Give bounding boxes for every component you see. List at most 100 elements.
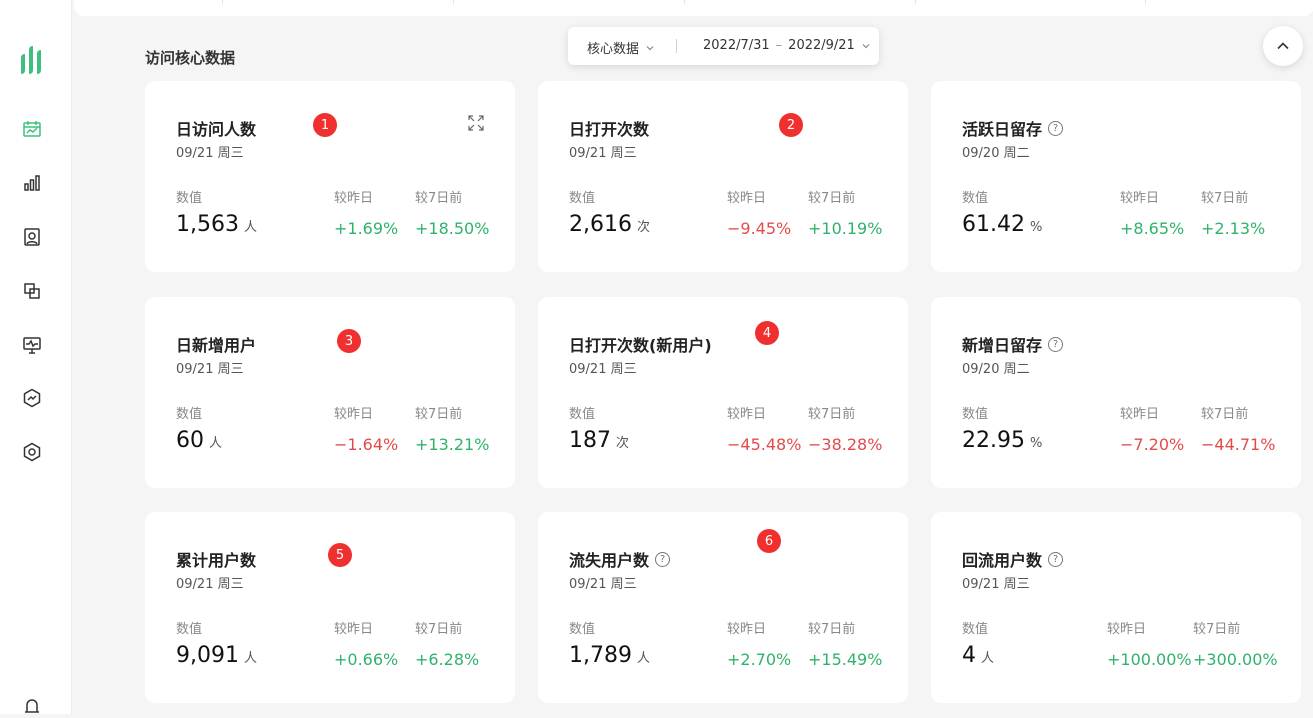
help-icon[interactable]: ? — [1048, 336, 1064, 352]
metric-card[interactable]: 新增日留存 ? 09/20 周二 数值 较昨日 较7日前 22.95% −7.2… — [931, 297, 1301, 488]
metric-value: 1,789 人 — [569, 643, 650, 668]
card-date: 09/21 周三 — [962, 577, 1030, 592]
vs-yesterday-change: −1.64% — [334, 435, 399, 454]
nav-trend-icon[interactable] — [20, 386, 44, 410]
annotation-badge: 5 — [328, 543, 352, 567]
card-title: 日打开次数(新用户) — [569, 336, 712, 355]
metric-unit: 人 — [243, 220, 257, 235]
vs-yesterday-change: −9.45% — [727, 219, 792, 238]
vs-yesterday-label: 较昨日 — [1120, 407, 1160, 422]
nav-bar-chart-icon[interactable] — [20, 171, 44, 195]
metric-number: 1,789 — [569, 643, 632, 668]
vs-7days-label: 较7日前 — [415, 622, 463, 637]
metric-card[interactable]: 日新增用户 09/21 周三 数值 较昨日 较7日前 60 人 −1.64% +1… — [145, 297, 515, 488]
metric-card[interactable]: 流失用户数 ? 09/21 周三 数值 较昨日 较7日前 1,789 人 +2.7… — [538, 512, 908, 703]
card-title: 新增日留存 — [962, 336, 1043, 355]
vs-yesterday-change: +1.69% — [334, 219, 399, 238]
vs-7days-change: +15.49% — [808, 650, 883, 669]
value-label: 数值 — [176, 407, 203, 422]
vs-yesterday-change: +2.70% — [727, 650, 792, 669]
metric-card[interactable]: 日打开次数 09/21 周三 数值 较昨日 较7日前 2,616 次 −9.45%… — [538, 81, 908, 272]
nav-user-portrait-icon[interactable] — [20, 225, 44, 249]
vs-yesterday-label: 较昨日 — [334, 407, 374, 422]
filter-divider — [676, 39, 677, 53]
card-date: 09/21 周三 — [176, 362, 244, 377]
metric-dropdown-label: 核心数据 — [587, 42, 640, 57]
annotation-badge: 2 — [779, 113, 803, 137]
vs-yesterday-label: 较昨日 — [727, 191, 767, 206]
nav-monitor-icon[interactable] — [20, 333, 44, 357]
value-label: 数值 — [569, 407, 596, 422]
vs-7days-change: +2.13% — [1201, 219, 1266, 238]
vs-7days-change: +18.50% — [415, 219, 490, 238]
vs-7days-label: 较7日前 — [808, 407, 856, 422]
sidebar — [0, 0, 72, 714]
vs-yesterday-change: −45.48% — [727, 435, 802, 454]
date-start: 2022/7/31 — [703, 38, 770, 53]
metric-card[interactable]: 回流用户数 ? 09/21 周三 数值 较昨日 较7日前 4人 +100.00%… — [931, 512, 1301, 703]
value-label: 数值 — [962, 622, 989, 637]
annotation-badge: 4 — [755, 321, 779, 345]
bell-icon[interactable] — [20, 694, 44, 718]
help-icon[interactable]: ? — [655, 551, 671, 567]
metric-card[interactable]: 日打开次数(新用户) 09/21 周三 数值 较昨日 较7日前 187 次 −45… — [538, 297, 908, 488]
metric-value: 61.42% — [962, 212, 1042, 237]
metric-value: 2,616 次 — [569, 212, 650, 237]
metric-number: 22.95 — [962, 428, 1025, 453]
metric-value: 187 次 — [569, 428, 629, 453]
previous-panel-edge — [74, 0, 1313, 16]
vs-yesterday-change: +0.66% — [334, 650, 399, 669]
vs-yesterday-change: +8.65% — [1120, 219, 1185, 238]
card-title: 累计用户数 — [176, 551, 257, 570]
date-range-picker[interactable]: 2022/7/31 – 2022/9/21 — [703, 38, 871, 53]
card-title: 日访问人数 — [176, 120, 257, 139]
help-icon[interactable]: ? — [1048, 120, 1064, 136]
annotation-badge: 6 — [757, 529, 781, 553]
metric-value: 9,091 人 — [176, 643, 257, 668]
vs-7days-label: 较7日前 — [808, 622, 856, 637]
metric-number: 9,091 — [176, 643, 239, 668]
brand-logo-icon — [21, 46, 41, 74]
metric-value: 22.95% — [962, 428, 1042, 453]
scroll-to-top-button[interactable] — [1263, 26, 1303, 66]
metric-card[interactable]: 日访问人数 09/21 周三 数值 较昨日 较7日前 1,563 人 +1.69%… — [145, 81, 515, 272]
value-label: 数值 — [962, 191, 989, 206]
nav-overview-icon[interactable] — [20, 117, 44, 141]
value-label: 数值 — [176, 622, 203, 637]
nav-settings-icon[interactable] — [20, 440, 44, 464]
metric-unit: 人 — [636, 651, 650, 666]
metric-number: 61.42 — [962, 212, 1025, 237]
metric-card[interactable]: 活跃日留存 ? 09/20 周二 数值 较昨日 较7日前 61.42% +8.6… — [931, 81, 1301, 272]
vs-7days-label: 较7日前 — [1201, 407, 1249, 422]
expand-icon[interactable] — [468, 115, 484, 131]
vs-7days-change: +10.19% — [808, 219, 883, 238]
value-label: 数值 — [176, 191, 203, 206]
vs-7days-label: 较7日前 — [1193, 622, 1241, 637]
annotation-badge: 1 — [313, 113, 337, 137]
metric-number: 60 — [176, 428, 204, 453]
metric-card[interactable]: 累计用户数 09/21 周三 数值 较昨日 较7日前 9,091 人 +0.66%… — [145, 512, 515, 703]
metric-unit: 人 — [243, 651, 257, 666]
card-date: 09/21 周三 — [569, 362, 637, 377]
card-date: 09/21 周三 — [569, 577, 637, 592]
metric-number: 187 — [569, 428, 611, 453]
help-icon[interactable]: ? — [1048, 551, 1064, 567]
card-date: 09/20 周二 — [962, 362, 1030, 377]
metric-unit: 人 — [209, 436, 223, 451]
nav-layers-icon[interactable] — [20, 279, 44, 303]
vs-yesterday-label: 较昨日 — [727, 407, 767, 422]
value-label: 数值 — [569, 191, 596, 206]
vs-7days-change: +6.28% — [415, 650, 480, 669]
metric-number: 4 — [962, 643, 976, 668]
date-separator: – — [775, 38, 783, 53]
metric-unit: 人 — [981, 651, 995, 666]
vs-7days-label: 较7日前 — [808, 191, 856, 206]
metric-dropdown[interactable]: 核心数据 — [587, 38, 655, 57]
vs-7days-label: 较7日前 — [1201, 191, 1249, 206]
card-date: 09/21 周三 — [176, 577, 244, 592]
vs-7days-change: −44.71% — [1201, 435, 1276, 454]
value-label: 数值 — [962, 407, 989, 422]
value-label: 数值 — [569, 622, 596, 637]
card-title: 日新增用户 — [176, 336, 257, 355]
card-date: 09/21 周三 — [569, 146, 637, 161]
